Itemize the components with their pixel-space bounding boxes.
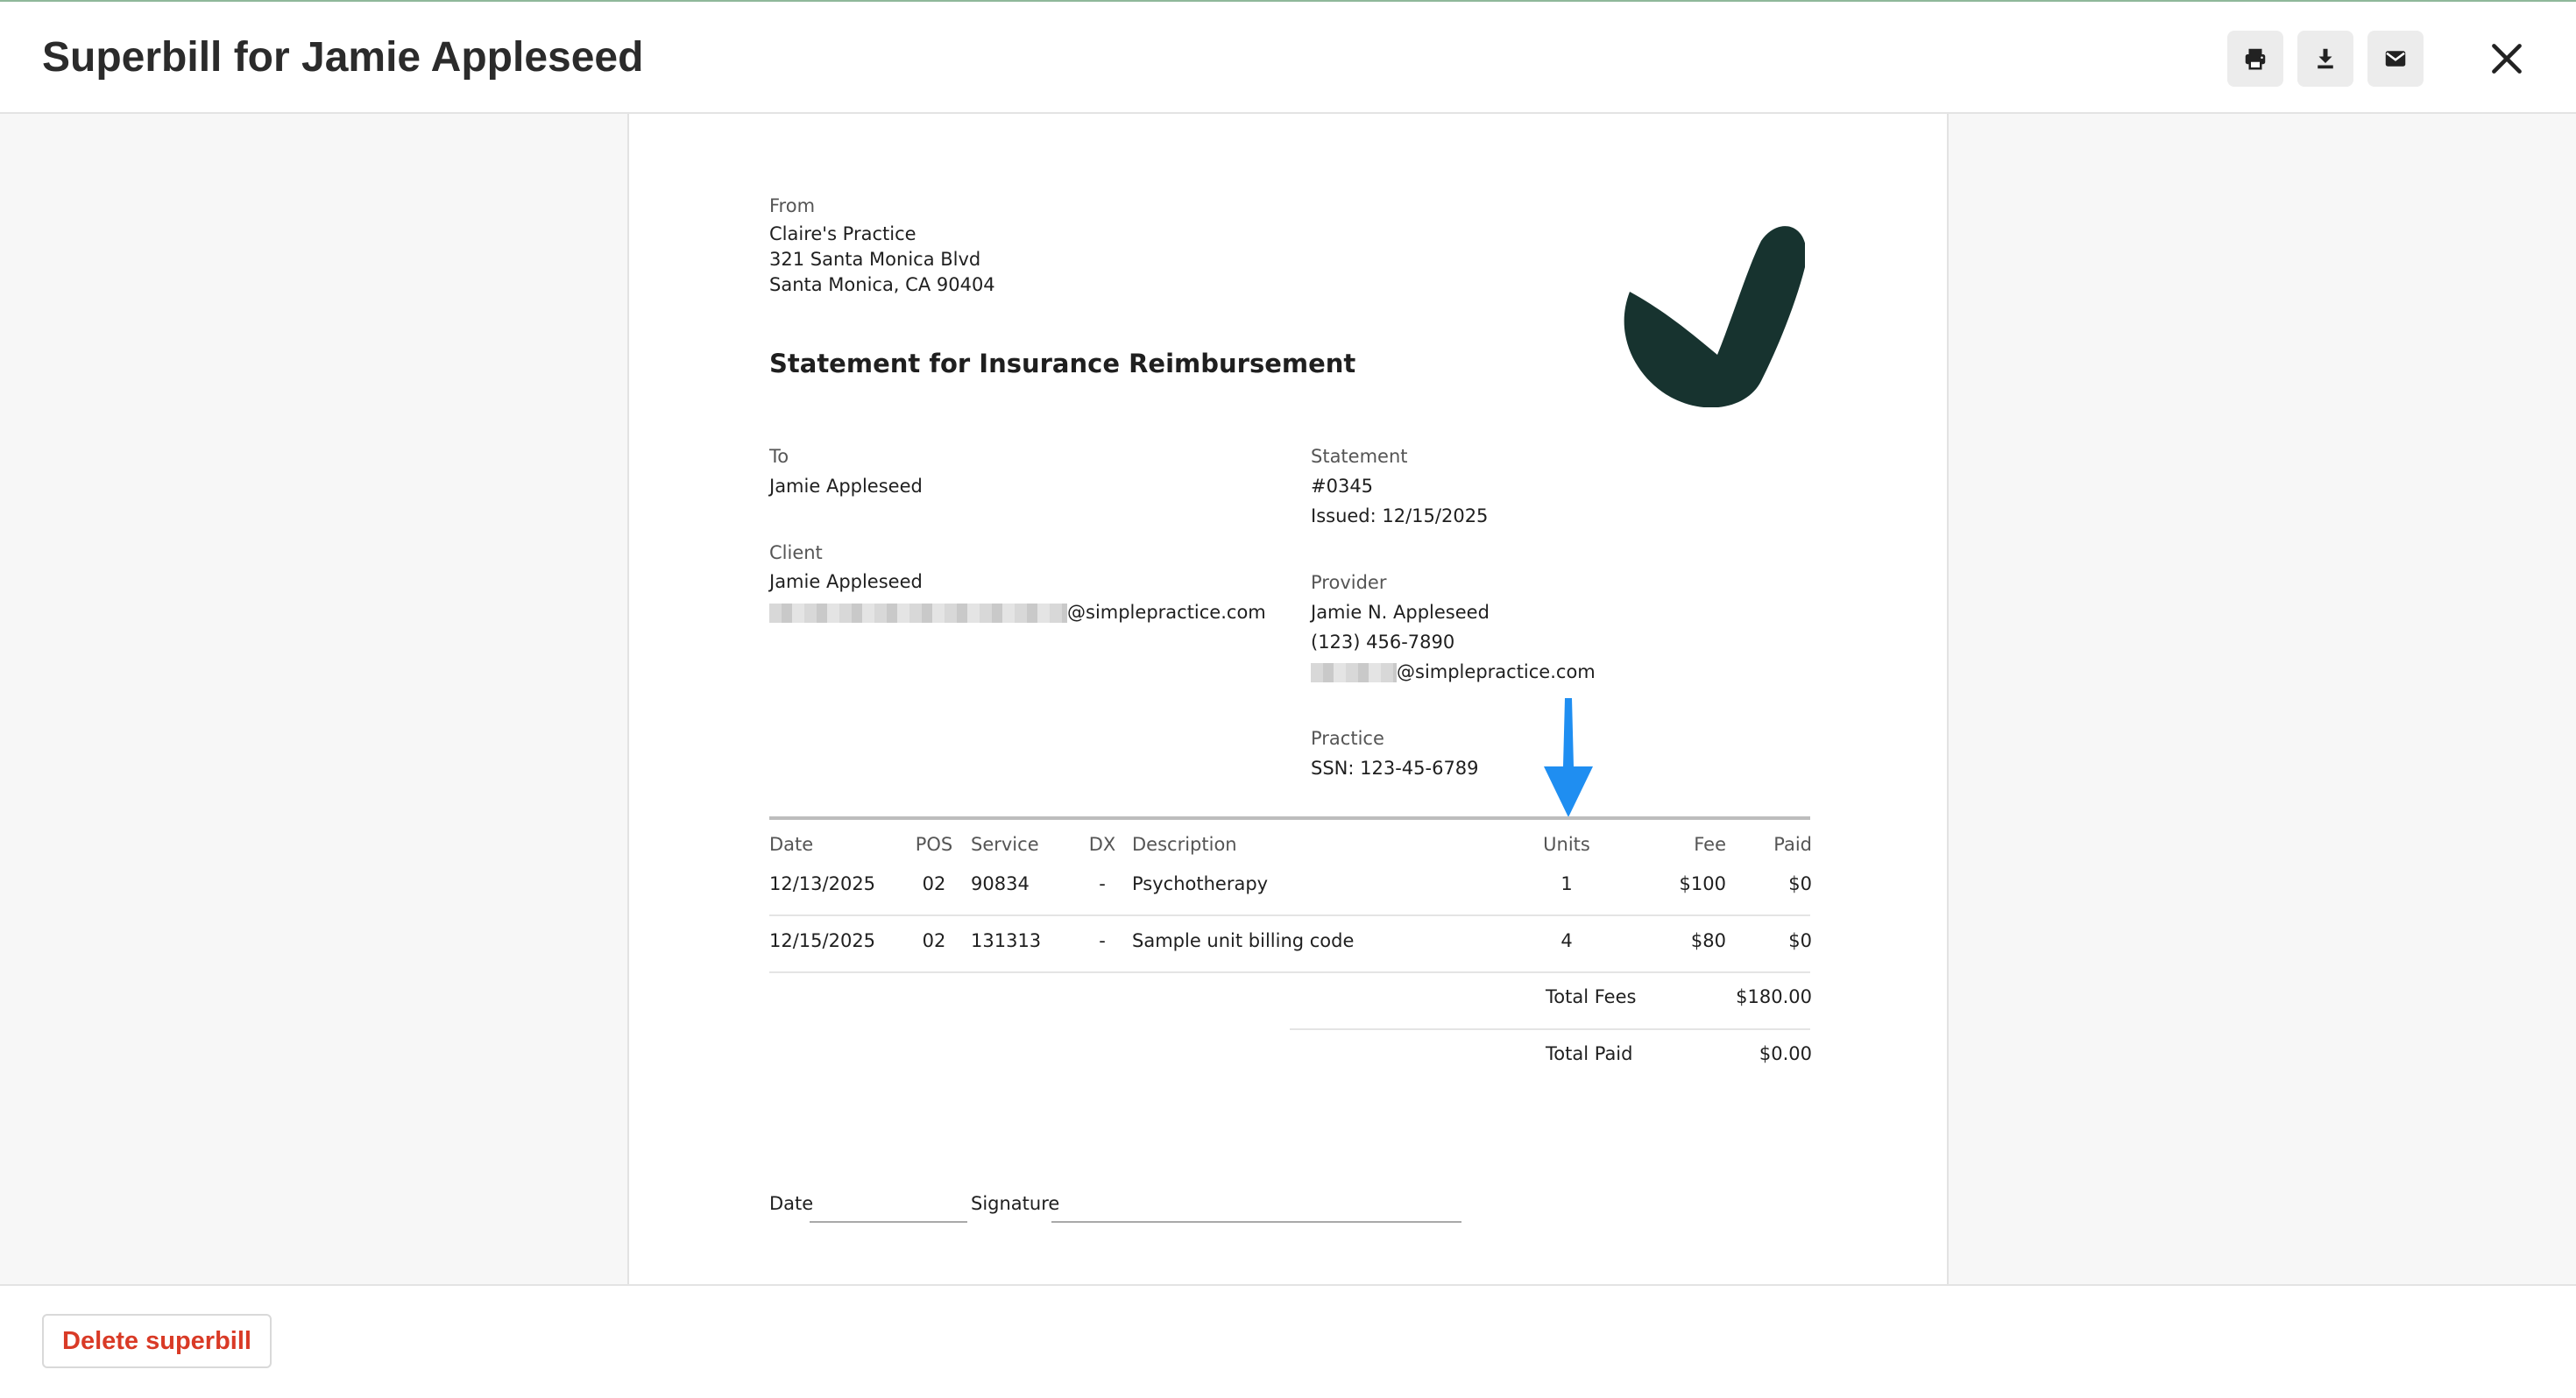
to-label: To: [769, 446, 789, 467]
statement-label: Statement: [1311, 446, 1408, 467]
col-header-dx: DX: [1088, 834, 1116, 855]
row-dx: -: [1099, 873, 1106, 894]
row-divider: [769, 971, 1810, 973]
modal-header: Superbill for Jamie Appleseed: [0, 0, 2576, 114]
to-name: Jamie Appleseed: [769, 476, 923, 497]
col-header-fee: Fee: [1694, 834, 1726, 855]
statement-title: Statement for Insurance Reimbursement: [769, 349, 1356, 378]
total-paid-value: $0.00: [1759, 1043, 1812, 1064]
signature-date-line: [810, 1221, 967, 1223]
page-title: Superbill for Jamie Appleseed: [42, 34, 644, 81]
row-date: 12/13/2025: [769, 873, 876, 894]
row-pos: 02: [922, 930, 946, 951]
practice-ssn: SSN: 123-45-6789: [1311, 758, 1479, 779]
email-icon: [2385, 51, 2406, 67]
practice-logo: [1624, 226, 1805, 407]
col-header-pos: POS: [915, 834, 953, 855]
client-label: Client: [769, 542, 823, 563]
row-fee: $80: [1690, 930, 1726, 951]
row-units: 1: [1560, 873, 1573, 894]
row-divider: [769, 914, 1810, 916]
signature-date-label: Date: [769, 1193, 814, 1214]
row-description: Sample unit billing code: [1132, 930, 1355, 951]
col-header-description: Description: [1132, 834, 1237, 855]
annotation-arrow-icon: [1544, 698, 1593, 817]
row-date: 12/15/2025: [769, 930, 876, 951]
modal-footer: Delete superbill: [0, 1284, 2576, 1398]
from-address-line1: 321 Santa Monica Blvd: [769, 249, 981, 270]
total-paid-label: Total Paid: [1546, 1043, 1633, 1064]
from-practice-name: Claire's Practice: [769, 223, 916, 244]
from-label: From: [769, 195, 816, 216]
superbill-document: From Claire's Practice 321 Santa Monica …: [627, 114, 1949, 1284]
download-button[interactable]: [2297, 31, 2353, 87]
row-paid: $0: [1788, 873, 1812, 894]
print-button[interactable]: [2227, 31, 2283, 87]
col-header-service: Service: [971, 834, 1039, 855]
practice-label: Practice: [1311, 728, 1384, 749]
from-address-line2: Santa Monica, CA 90404: [769, 274, 995, 295]
provider-label: Provider: [1311, 572, 1387, 593]
provider-email: @simplepractice.com: [1311, 659, 1596, 685]
printer-icon: [2245, 48, 2266, 70]
provider-name: Jamie N. Appleseed: [1311, 602, 1490, 623]
download-icon: [2318, 48, 2333, 69]
col-header-date: Date: [769, 834, 814, 855]
client-email: @simplepractice.com: [769, 599, 1266, 625]
close-icon[interactable]: [2485, 37, 2529, 81]
row-service: 90834: [971, 873, 1030, 894]
row-pos: 02: [922, 873, 946, 894]
redacted-email-user: [769, 604, 1067, 623]
signature-label: Signature: [971, 1193, 1060, 1214]
row-paid: $0: [1788, 930, 1812, 951]
statement-issued: Issued: 12/15/2025: [1311, 505, 1489, 526]
signature-line: [1051, 1221, 1461, 1223]
col-header-units: Units: [1543, 834, 1590, 855]
totals-divider: [1290, 1028, 1810, 1030]
total-fees-label: Total Fees: [1546, 986, 1637, 1007]
row-fee: $100: [1679, 873, 1726, 894]
row-dx: -: [1099, 930, 1106, 951]
col-header-paid: Paid: [1773, 834, 1812, 855]
redacted-provider-email-user: [1311, 663, 1397, 682]
table-top-rule: [769, 816, 1810, 820]
row-description: Psychotherapy: [1132, 873, 1269, 894]
row-units: 4: [1560, 930, 1573, 951]
provider-phone: (123) 456-7890: [1311, 632, 1455, 653]
delete-superbill-button[interactable]: Delete superbill: [42, 1314, 272, 1368]
total-fees-value: $180.00: [1736, 986, 1812, 1007]
client-name: Jamie Appleseed: [769, 571, 923, 592]
statement-number: #0345: [1311, 476, 1374, 497]
email-button[interactable]: [2367, 31, 2424, 87]
row-service: 131313: [971, 930, 1042, 951]
